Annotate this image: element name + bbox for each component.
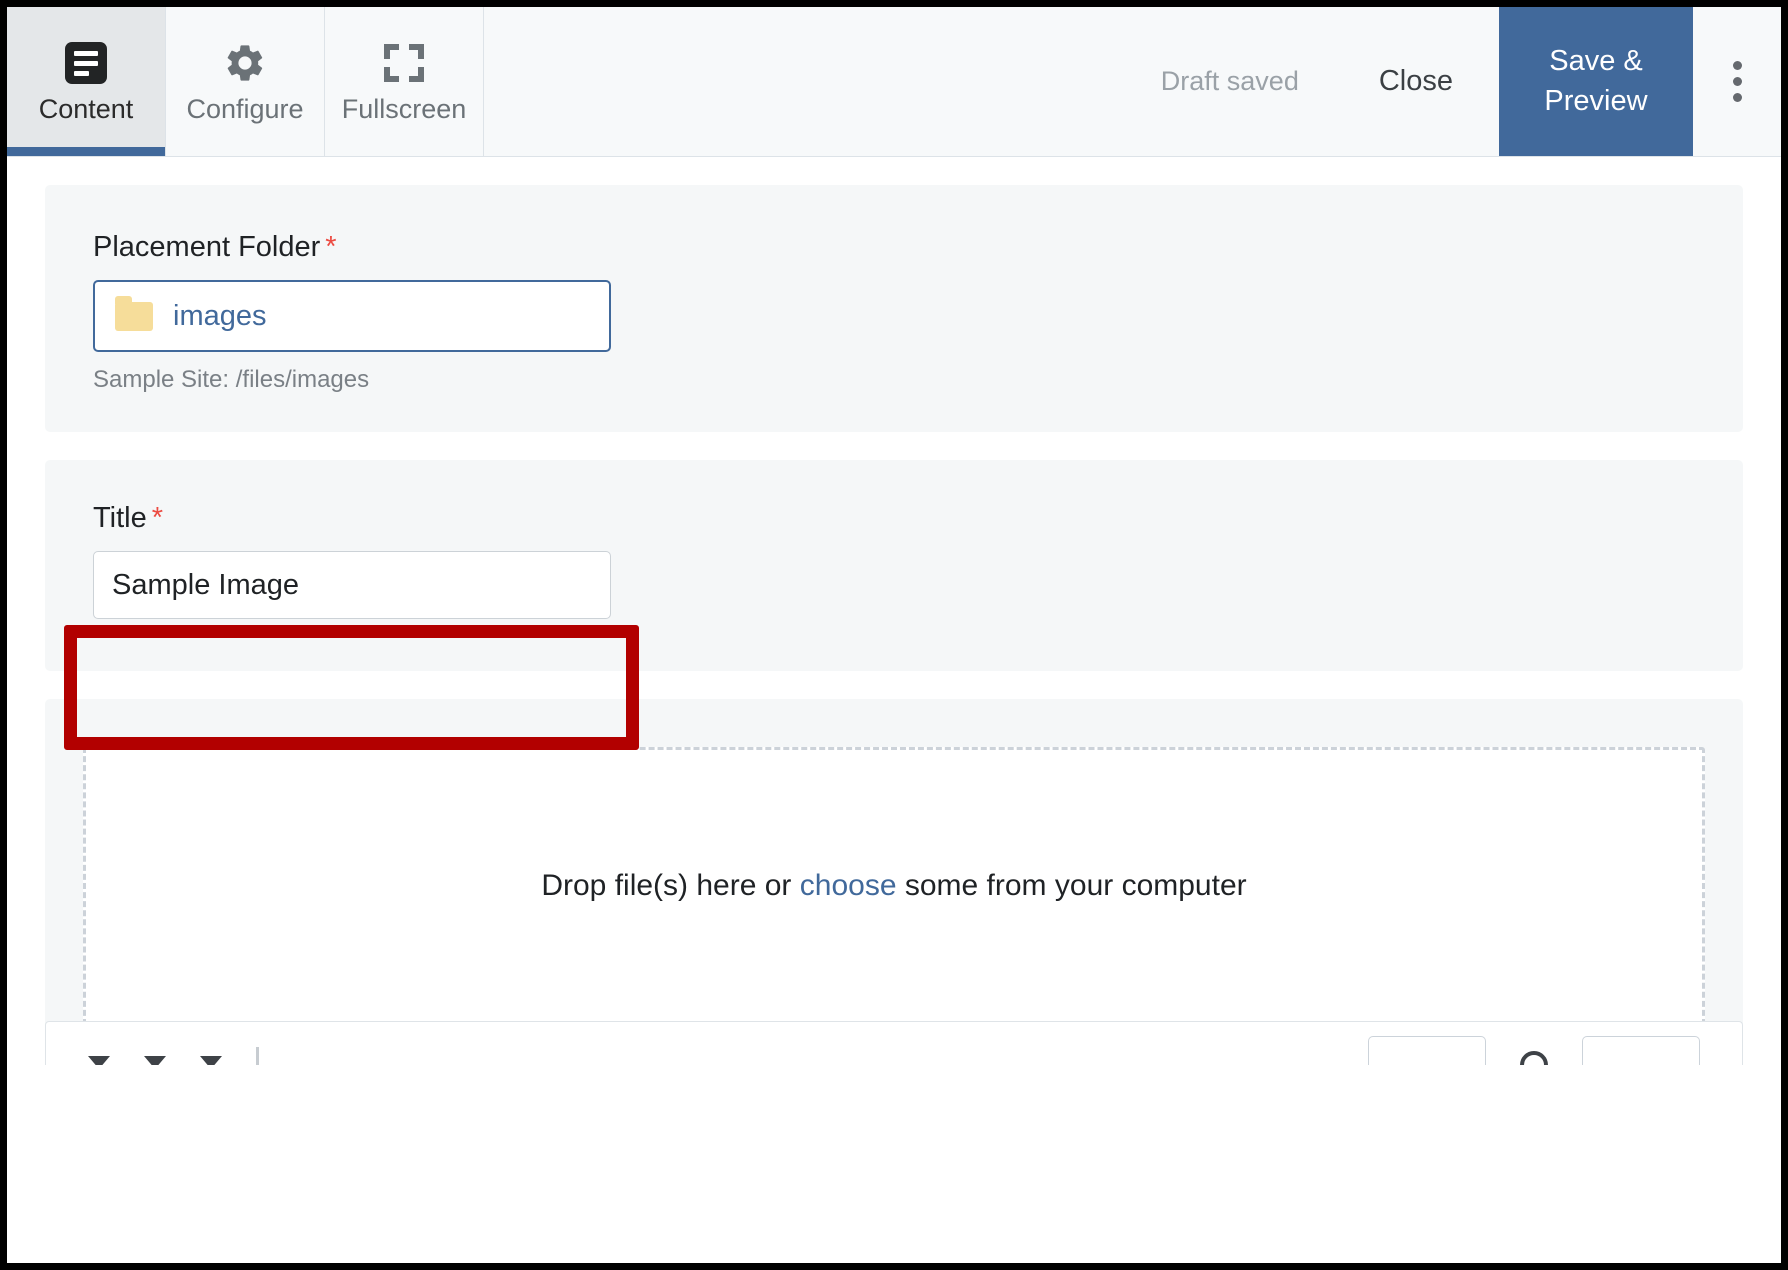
close-button[interactable]: Close bbox=[1333, 7, 1499, 156]
top-toolbar: Content Configure Fullscreen Draft saved… bbox=[7, 7, 1781, 157]
title-label: Title * bbox=[93, 504, 1695, 533]
title-input[interactable]: Sample Image bbox=[93, 551, 611, 619]
caret-down-icon[interactable] bbox=[88, 1056, 110, 1065]
tab-fullscreen[interactable]: Fullscreen bbox=[325, 7, 484, 156]
tab-content-label: Content bbox=[38, 94, 134, 124]
required-asterisk: * bbox=[325, 231, 337, 263]
title-input-value: Sample Image bbox=[112, 568, 299, 601]
toolbar-divider bbox=[256, 1047, 259, 1065]
fullscreen-icon bbox=[384, 40, 424, 86]
dropzone-prefix: Drop file(s) here or bbox=[541, 869, 800, 902]
draft-status-text: Draft saved bbox=[1160, 66, 1299, 96]
choose-files-link[interactable]: choose bbox=[800, 869, 897, 902]
placement-folder-panel: Placement Folder * images Sample Site: /f… bbox=[45, 185, 1743, 432]
save-and-preview-button[interactable]: Save & Preview bbox=[1499, 7, 1693, 156]
title-label-text: Title bbox=[93, 502, 147, 534]
tab-content[interactable]: Content bbox=[7, 7, 166, 156]
upload-panel: Drop file(s) here or choose some from yo… bbox=[45, 699, 1743, 1065]
caret-down-icon[interactable] bbox=[144, 1056, 166, 1065]
caret-down-icon[interactable] bbox=[200, 1056, 222, 1065]
folder-icon bbox=[115, 295, 153, 331]
dropzone-text: Drop file(s) here or choose some from yo… bbox=[541, 869, 1246, 903]
tab-configure-label: Configure bbox=[186, 94, 304, 124]
placement-folder-label: Placement Folder * bbox=[93, 233, 1695, 262]
placement-folder-help-text: Sample Site: /files/images bbox=[93, 366, 370, 393]
gear-icon bbox=[223, 40, 267, 86]
editor-dropdown[interactable] bbox=[1368, 1036, 1486, 1065]
placement-folder-value: images bbox=[173, 299, 267, 332]
editor-toolbar-partial bbox=[45, 1021, 1743, 1065]
kebab-menu-icon[interactable] bbox=[1693, 7, 1781, 156]
title-panel: Title * Sample Image bbox=[45, 460, 1743, 671]
app-window: Content Configure Fullscreen Draft saved… bbox=[0, 0, 1788, 1270]
placement-folder-input[interactable]: images bbox=[93, 280, 611, 352]
tab-fullscreen-label: Fullscreen bbox=[341, 94, 467, 124]
dropzone-suffix: some from your computer bbox=[896, 869, 1247, 902]
form-area: Placement Folder * images Sample Site: /f… bbox=[7, 185, 1781, 1065]
tab-configure[interactable]: Configure bbox=[166, 7, 325, 156]
required-asterisk: * bbox=[151, 502, 164, 534]
editor-dropdown[interactable] bbox=[1582, 1036, 1700, 1065]
placement-folder-label-text: Placement Folder bbox=[93, 231, 321, 263]
document-icon bbox=[65, 40, 107, 86]
file-dropzone[interactable]: Drop file(s) here or choose some from yo… bbox=[83, 747, 1705, 1025]
circle-icon[interactable] bbox=[1520, 1051, 1548, 1065]
